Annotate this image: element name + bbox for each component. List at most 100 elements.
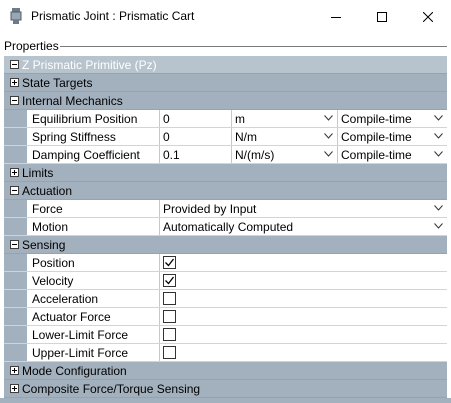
checkbox-cell: [159, 290, 447, 307]
row-gutter: [4, 218, 27, 235]
collapse-icon[interactable]: [10, 240, 19, 249]
chevron-down-icon: [434, 205, 443, 211]
close-button[interactable]: [405, 0, 451, 33]
section-label: Sensing: [22, 238, 66, 252]
section-label: Mode Configuration: [22, 364, 127, 378]
maximize-button[interactable]: [359, 0, 405, 33]
row-gutter: [4, 110, 27, 127]
grid-bottom-edge: [0, 398, 451, 403]
properties-divider: [60, 46, 447, 47]
collapse-icon[interactable]: [10, 60, 19, 69]
property-row-force: Force Provided by Input: [4, 200, 447, 218]
property-label: Upper-Limit Force: [32, 346, 129, 360]
expand-icon[interactable]: [10, 384, 19, 393]
property-label: Force: [32, 202, 63, 216]
title-bar: Prismatic Joint : Prismatic Cart: [0, 0, 451, 33]
checkmark-icon: [165, 258, 175, 267]
actuator-force-checkbox[interactable]: [163, 310, 176, 323]
row-gutter: [4, 146, 27, 163]
section-limits[interactable]: Limits: [4, 164, 447, 182]
row-gutter: [4, 290, 27, 307]
lower-limit-force-checkbox[interactable]: [163, 328, 176, 341]
property-row-upper-limit-force: Upper-Limit Force: [4, 344, 447, 362]
checkbox-cell: [159, 272, 447, 289]
minimize-button[interactable]: [313, 0, 359, 33]
mode-dropdown[interactable]: Compile-time: [337, 146, 447, 163]
properties-label: Properties: [4, 39, 59, 53]
chevron-down-icon: [324, 133, 333, 139]
section-label: Limits: [22, 166, 54, 180]
motion-dropdown[interactable]: Automatically Computed: [159, 218, 447, 235]
property-label: Equilibrium Position: [32, 112, 138, 126]
chevron-down-icon: [324, 151, 333, 157]
unit-dropdown[interactable]: N/(m/s): [231, 146, 337, 163]
section-label: Actuation: [22, 184, 73, 198]
row-gutter: [4, 200, 27, 217]
section-composite-sensing[interactable]: Composite Force/Torque Sensing: [4, 380, 447, 398]
section-primitive[interactable]: Z Prismatic Primitive (Pz): [4, 56, 447, 74]
property-label: Motion: [32, 220, 69, 234]
property-grid: Z Prismatic Primitive (Pz) State Targets…: [4, 56, 447, 398]
row-gutter: [4, 326, 27, 343]
expand-icon[interactable]: [10, 168, 19, 177]
row-gutter: [4, 308, 27, 325]
row-gutter: [4, 128, 27, 145]
section-actuation[interactable]: Actuation: [4, 182, 447, 200]
minimize-icon: [331, 16, 341, 18]
section-mode-configuration[interactable]: Mode Configuration: [4, 362, 447, 380]
property-label: Actuator Force: [32, 310, 111, 324]
section-sensing[interactable]: Sensing: [4, 236, 447, 254]
checkbox-cell: [159, 254, 447, 271]
velocity-checkbox[interactable]: [163, 274, 176, 287]
property-row-equilibrium-position: Equilibrium Position 0 m Compile-time: [4, 110, 447, 128]
section-internal-mechanics[interactable]: Internal Mechanics: [4, 92, 447, 110]
expand-icon[interactable]: [10, 78, 19, 87]
section-state-targets[interactable]: State Targets: [4, 74, 447, 92]
property-row-acceleration: Acceleration: [4, 290, 447, 308]
chevron-down-icon: [434, 133, 443, 139]
value-input[interactable]: 0: [159, 110, 231, 127]
section-label: Z Prismatic Primitive (Pz): [22, 58, 157, 72]
property-label: Acceleration: [32, 292, 99, 306]
unit-dropdown[interactable]: m: [231, 110, 337, 127]
property-row-lower-limit-force: Lower-Limit Force: [4, 326, 447, 344]
checkmark-icon: [165, 276, 175, 285]
chevron-down-icon: [434, 151, 443, 157]
chevron-down-icon: [324, 115, 333, 121]
expand-icon[interactable]: [10, 366, 19, 375]
property-label: Position: [32, 256, 75, 270]
checkbox-cell: [159, 344, 447, 361]
row-gutter: [4, 344, 27, 361]
row-gutter: [4, 254, 27, 271]
property-label: Velocity: [32, 274, 74, 288]
window-title: Prismatic Joint : Prismatic Cart: [31, 9, 195, 23]
checkbox-cell: [159, 326, 447, 343]
collapse-icon[interactable]: [10, 186, 19, 195]
property-row-damping-coefficient: Damping Coefficient 0.1 N/(m/s) Compile-…: [4, 146, 447, 164]
chevron-down-icon: [434, 115, 443, 121]
value-input[interactable]: 0.1: [159, 146, 231, 163]
force-dropdown[interactable]: Provided by Input: [159, 200, 447, 217]
property-row-actuator-force: Actuator Force: [4, 308, 447, 326]
property-row-velocity: Velocity: [4, 272, 447, 290]
property-row-motion: Motion Automatically Computed: [4, 218, 447, 236]
position-checkbox[interactable]: [163, 256, 176, 269]
mode-dropdown[interactable]: Compile-time: [337, 110, 447, 127]
section-label: Composite Force/Torque Sensing: [22, 382, 201, 396]
section-label: State Targets: [22, 76, 93, 90]
mode-dropdown[interactable]: Compile-time: [337, 128, 447, 145]
value-input[interactable]: 0: [159, 128, 231, 145]
checkbox-cell: [159, 308, 447, 325]
chevron-down-icon: [434, 223, 443, 229]
property-label: Damping Coefficient: [32, 148, 140, 162]
property-row-position: Position: [4, 254, 447, 272]
section-label: Internal Mechanics: [22, 94, 123, 108]
property-label: Lower-Limit Force: [32, 328, 129, 342]
acceleration-checkbox[interactable]: [163, 292, 176, 305]
collapse-icon[interactable]: [10, 96, 19, 105]
unit-dropdown[interactable]: N/m: [231, 128, 337, 145]
close-icon: [423, 11, 433, 22]
upper-limit-force-checkbox[interactable]: [163, 346, 176, 359]
property-row-spring-stiffness: Spring Stiffness 0 N/m Compile-time: [4, 128, 447, 146]
property-label: Spring Stiffness: [32, 130, 116, 144]
